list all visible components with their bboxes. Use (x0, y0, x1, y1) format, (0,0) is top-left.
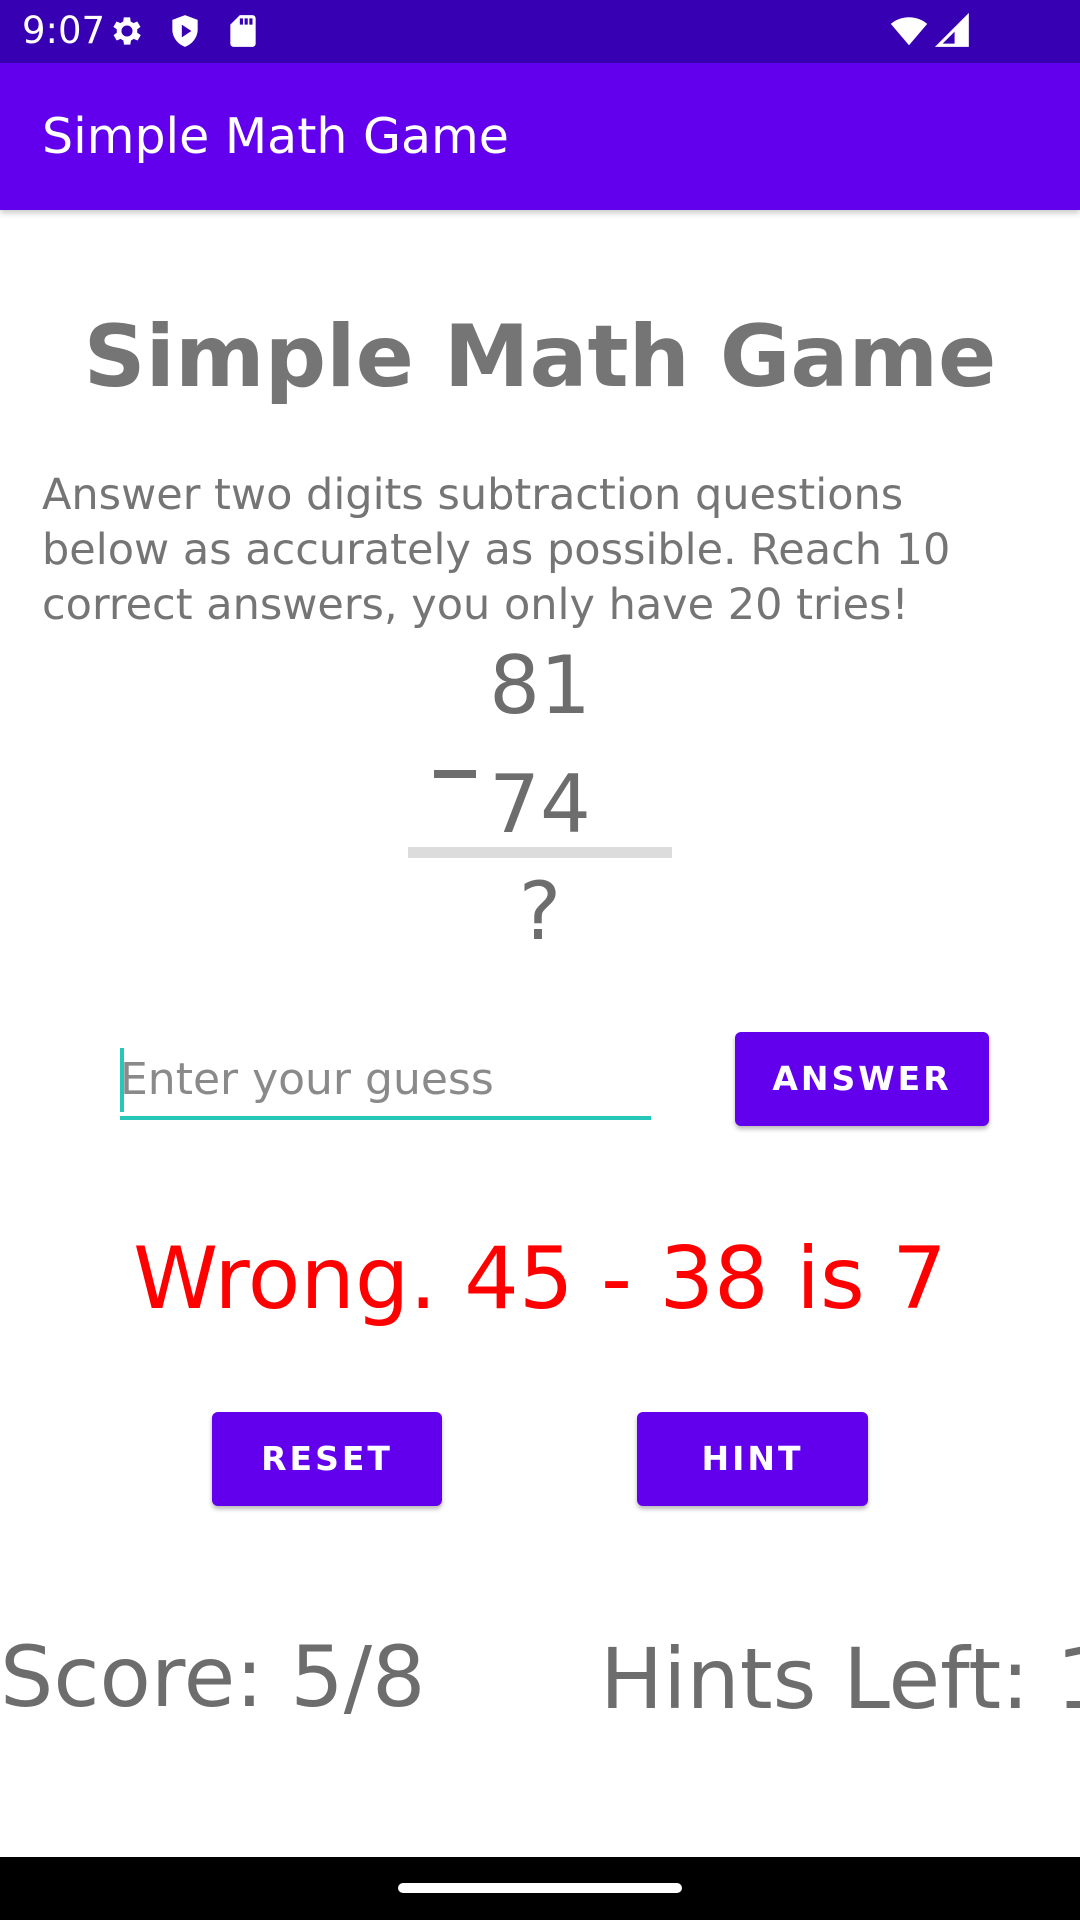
instructions-text: Answer two digits subtraction questions … (42, 470, 951, 630)
gear-icon (108, 12, 146, 50)
operand-bottom: 74 (489, 758, 591, 851)
guess-input-container (120, 1044, 651, 1120)
score-text: Score: 5/8 (0, 1628, 426, 1726)
feedback-message: Wrong. 45 - 38 is 7 (133, 1229, 947, 1329)
minus-sign (434, 770, 476, 778)
result-placeholder: ? (518, 865, 562, 958)
app-screen: 9:07 Simple Math Game Simple Math Game A… (0, 0, 1080, 1920)
home-gesture-handle[interactable] (398, 1883, 682, 1893)
cell-signal-icon (934, 12, 972, 50)
app-bar: Simple Math Game (0, 63, 1080, 210)
status-bar: 9:07 (0, 0, 1080, 63)
answer-button[interactable]: ANSWER (735, 1032, 989, 1126)
game-title: Simple Math Game (83, 307, 997, 407)
operand-top: 81 (489, 639, 591, 732)
guess-input[interactable] (120, 1044, 651, 1116)
hint-button[interactable]: HINT (637, 1412, 868, 1506)
wifi-icon (890, 12, 928, 50)
equation-divider (408, 847, 672, 858)
navigation-bar (0, 1857, 1080, 1920)
shield-icon (166, 12, 204, 50)
hints-left-text: Hints Left: 1 (600, 1630, 1080, 1728)
app-bar-title: Simple Math Game (42, 108, 509, 165)
status-time: 9:07 (22, 9, 106, 52)
reset-button[interactable]: RESET (212, 1412, 442, 1506)
sd-card-icon (224, 12, 262, 50)
